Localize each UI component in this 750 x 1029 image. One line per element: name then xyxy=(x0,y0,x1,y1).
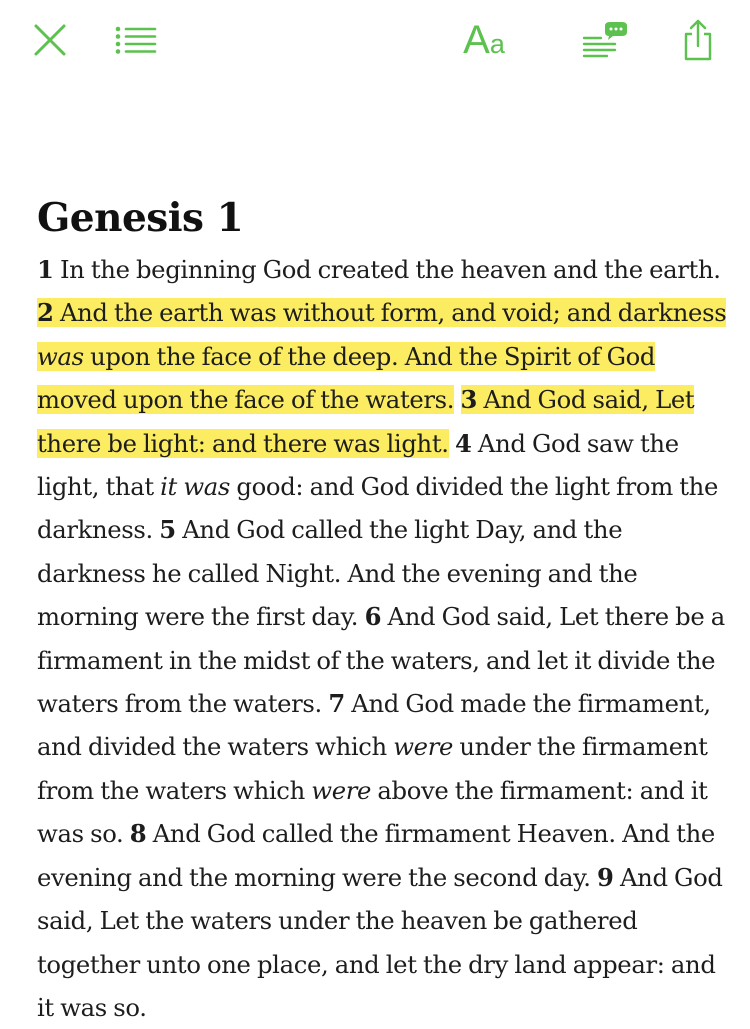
share-button[interactable] xyxy=(670,14,726,66)
verse-italic-text: was xyxy=(37,341,84,371)
share-icon xyxy=(684,19,712,61)
verse-number: 3 xyxy=(460,385,478,415)
verse-number: 4 xyxy=(454,428,472,458)
verse-number: 6 xyxy=(364,602,382,632)
verse-number: 7 xyxy=(328,689,345,719)
close-button[interactable] xyxy=(22,14,78,66)
list-icon xyxy=(115,26,157,54)
verse-text: And the earth was without form, and void… xyxy=(59,298,727,328)
reader-toolbar: Aa xyxy=(0,0,750,80)
verse-number: 8 xyxy=(129,819,147,849)
chapter-text: 1 In the beginning God created the heave… xyxy=(37,248,727,1029)
comments-button[interactable] xyxy=(576,14,632,66)
verse-text: In the beginning God created the heaven … xyxy=(59,255,721,284)
chapter-title: Genesis 1 xyxy=(37,195,244,241)
table-of-contents-button[interactable] xyxy=(108,14,164,66)
font-size-icon: Aa xyxy=(463,18,505,62)
verse-number: 1 xyxy=(37,255,54,284)
verse-1[interactable]: 1 In the beginning God created the heave… xyxy=(37,255,721,284)
close-icon xyxy=(34,24,66,56)
comments-icon xyxy=(582,22,627,58)
verse-italic-text: were xyxy=(393,732,454,762)
verse-number: 9 xyxy=(597,862,614,892)
verse-italic-text: were xyxy=(311,775,372,805)
chapter-content: Genesis 1 1 In the beginning God created… xyxy=(37,192,727,1029)
font-size-button[interactable]: Aa xyxy=(456,14,512,66)
verse-number: 5 xyxy=(159,515,176,545)
verse-number: 2 xyxy=(37,298,54,328)
verse-italic-text: it was xyxy=(160,472,231,502)
